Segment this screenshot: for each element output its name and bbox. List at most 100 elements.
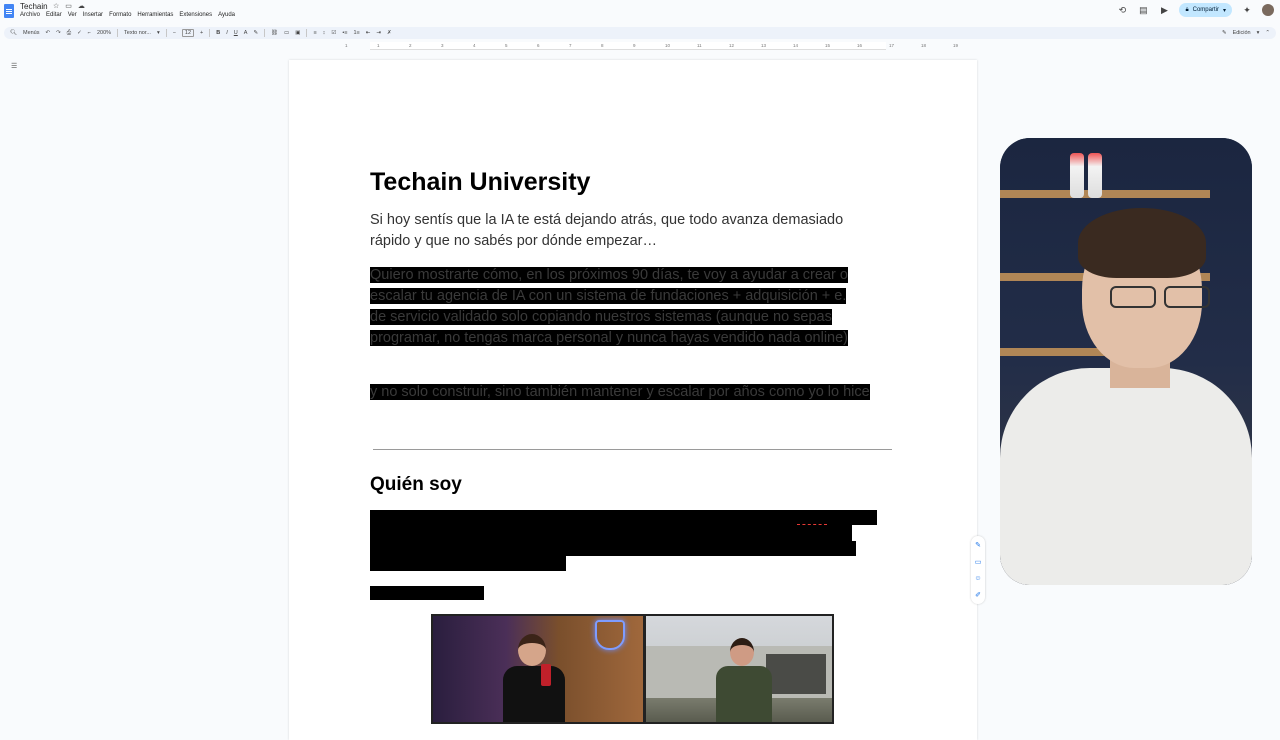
undo-icon[interactable]: ↶	[46, 30, 51, 36]
floating-actions: ✎ ▭ ☺ ✐	[971, 536, 985, 604]
ruler-tick-label: 11	[697, 43, 702, 48]
search-icon[interactable]: 🔍︎	[10, 30, 17, 36]
share-button[interactable]: 🔒︎ Compartir ▾	[1179, 3, 1232, 17]
font-size-input[interactable]: 12	[181, 29, 195, 37]
suggest-edit-icon[interactable]: ✐	[975, 591, 981, 599]
ruler-tick-label: 14	[793, 43, 799, 48]
ruler-tick-label: 17	[889, 43, 895, 48]
embedded-image-pair[interactable]	[431, 614, 834, 724]
ruler-tick-label: 9	[633, 43, 636, 48]
redacted-line	[370, 556, 566, 571]
person-figure	[716, 638, 772, 722]
font-select-chevron-icon[interactable]: ▾	[157, 30, 160, 36]
chevron-down-icon: ▾	[1222, 7, 1226, 14]
gemini-icon[interactable]: ✦	[1241, 5, 1253, 16]
checklist-icon[interactable]: ☑	[331, 30, 336, 36]
ruler-tick-label: 19	[953, 43, 959, 48]
selected-text: y no solo construir, sino también manten…	[370, 384, 870, 400]
bold-icon[interactable]: B	[216, 30, 220, 36]
numbered-list-icon[interactable]: 1≡	[353, 30, 359, 36]
align-icon[interactable]: ≡	[313, 30, 316, 36]
webcam-overlay	[1000, 138, 1252, 585]
share-label: Compartir	[1192, 7, 1219, 13]
menu-archivo[interactable]: Archivo	[20, 12, 40, 18]
ruler-tick-label: 3	[441, 43, 444, 48]
top-right-actions: ⟲ ▤ ▶ 🔒︎ Compartir ▾ ✦	[1116, 3, 1274, 17]
comment-icon[interactable]: ▭	[284, 30, 289, 36]
document-page[interactable]: Techain University Si hoy sentís que la …	[289, 60, 977, 740]
cloud-status-icon[interactable]: ☁	[78, 2, 85, 10]
ruler-tick-label: 7	[569, 43, 572, 48]
hair	[1078, 208, 1206, 278]
document-heading[interactable]: Techain University	[370, 168, 590, 197]
redacted-line	[370, 541, 856, 556]
menu-insertar[interactable]: Insertar	[83, 12, 103, 18]
glasses	[1110, 286, 1218, 308]
emoji-reaction-icon[interactable]: ☺	[974, 575, 981, 582]
ruler-tick-label: 4	[473, 43, 476, 48]
spelling-error-marker[interactable]	[797, 522, 827, 525]
lock-icon: 🔒︎	[1185, 6, 1189, 13]
document-title[interactable]: Techain	[20, 2, 48, 11]
title-icons: ☆ ▭ ☁	[53, 2, 85, 10]
intro-paragraph[interactable]: Si hoy sentís que la IA te está dejando …	[370, 210, 850, 252]
ruler-tick-label: 18	[921, 43, 927, 48]
increase-font-icon[interactable]: +	[200, 30, 203, 36]
history-icon[interactable]: ⟲	[1116, 5, 1128, 16]
decrease-indent-icon[interactable]: ⇤	[366, 30, 371, 36]
menu-herramientas[interactable]: Herramientas	[137, 12, 173, 18]
document-outline-icon[interactable]: ☰	[11, 62, 17, 70]
image-icon[interactable]: ▣	[295, 30, 300, 36]
edit-mode-icon[interactable]: ✎	[1222, 30, 1227, 36]
highlight-icon[interactable]: ✎	[253, 30, 258, 36]
outdoor-photo[interactable]	[646, 616, 832, 722]
menu-extensiones[interactable]: Extensiones	[179, 12, 212, 18]
ruler-tick-label: 6	[537, 43, 540, 48]
menu-formato[interactable]: Formato	[109, 12, 131, 18]
studio-photo[interactable]	[433, 616, 643, 722]
bullet-list-icon[interactable]: •≡	[342, 30, 347, 36]
edit-mode-select[interactable]: Edición	[1233, 30, 1251, 36]
ruler-tick-label: 1	[377, 43, 380, 48]
menu-ayuda[interactable]: Ayuda	[218, 12, 235, 18]
move-folder-icon[interactable]: ▭	[65, 2, 72, 10]
chevron-down-icon[interactable]: ▾	[1257, 30, 1260, 36]
ruler-tick-label: 15	[825, 43, 831, 48]
add-comment-icon[interactable]: ▭	[975, 558, 982, 566]
title-bar: Techain ☆ ▭ ☁ Archivo Editar Ver Inserta…	[0, 0, 1280, 26]
horizontal-ruler[interactable]: 1 1 2 3 4 5 6 7 8 9 10 11 12 13 14 15 16 17 18 19	[290, 42, 976, 50]
zoom-select[interactable]: 200%	[97, 30, 111, 36]
shirt	[1000, 368, 1252, 585]
menu-editar[interactable]: Editar	[46, 12, 62, 18]
person-figure	[503, 634, 565, 722]
menus-search[interactable]: Menús	[23, 30, 40, 36]
menu-ver[interactable]: Ver	[68, 12, 77, 18]
collapse-toolbar-icon[interactable]: ⌃	[1265, 30, 1270, 36]
increase-indent-icon[interactable]: ⇥	[376, 30, 381, 36]
style-select[interactable]: Texto nor...	[124, 30, 151, 36]
underline-icon[interactable]: U	[234, 30, 238, 36]
link-icon[interactable]: ⛓	[271, 30, 278, 36]
clear-format-icon[interactable]: ✗	[387, 30, 392, 36]
section-heading[interactable]: Quién soy	[370, 474, 462, 496]
docs-logo-icon[interactable]	[4, 4, 14, 18]
selected-paragraph[interactable]: y no solo construir, sino también manten…	[370, 382, 870, 403]
decrease-font-icon[interactable]: −	[173, 30, 176, 36]
meet-icon[interactable]: ▶	[1158, 5, 1170, 16]
print-icon[interactable]: ⎙	[67, 30, 71, 37]
ruler-tick-label: 12	[729, 43, 735, 48]
bottle	[1070, 153, 1084, 198]
ruler-tick-label: 5	[505, 43, 508, 48]
spellcheck-icon[interactable]: ✓	[77, 30, 82, 36]
account-avatar[interactable]	[1262, 4, 1274, 16]
paint-format-icon[interactable]: ⌐	[88, 30, 91, 36]
comments-icon[interactable]: ▤	[1137, 5, 1149, 16]
selected-text: Quiero mostrarte cómo, en los próximos 9…	[370, 267, 848, 346]
text-color-icon[interactable]: A	[244, 30, 248, 36]
selected-paragraph[interactable]: Quiero mostrarte cómo, en los próximos 9…	[370, 265, 865, 349]
help-me-write-icon[interactable]: ✎	[975, 541, 981, 549]
redo-icon[interactable]: ↷	[56, 30, 61, 36]
italic-icon[interactable]: I	[226, 30, 228, 36]
star-icon[interactable]: ☆	[53, 2, 59, 10]
line-spacing-icon[interactable]: ↕	[323, 30, 326, 36]
